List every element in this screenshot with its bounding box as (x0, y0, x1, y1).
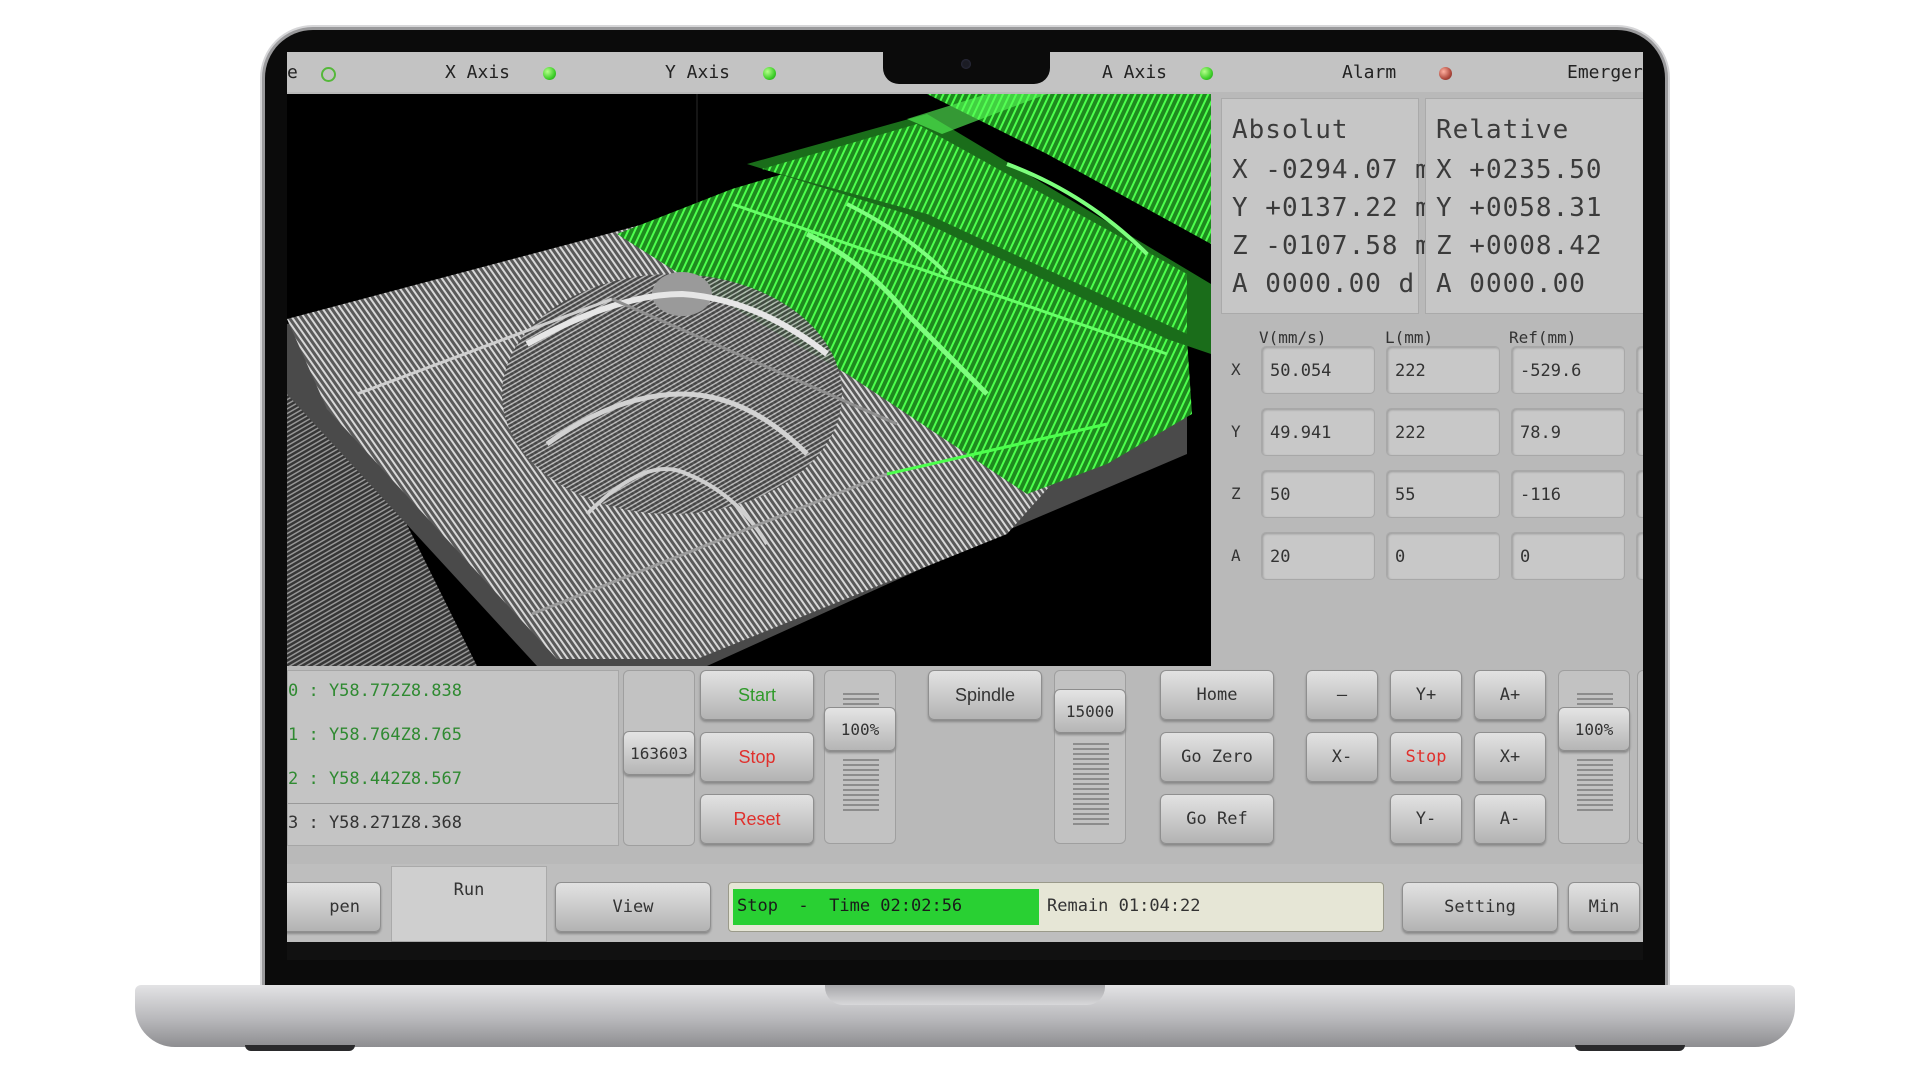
relative-position-panel: Relative X +0235.50 Y +0058.31 Z +0008.4… (1425, 98, 1643, 314)
camera-icon (961, 59, 971, 69)
base-notch (825, 985, 1105, 1005)
status-led-icon (321, 67, 336, 82)
status-label-x-axis: X Axis (445, 62, 511, 83)
jog-y-minus-button[interactable]: Y- (1390, 794, 1462, 844)
x-axis-led-icon (543, 67, 556, 80)
log-line: 0 : Y58.772Z8.838 (288, 681, 462, 701)
feed-rate-slider[interactable]: 100% (824, 670, 896, 844)
absolute-z-value: Z -0107.58 mm (1232, 231, 1449, 261)
feed-slider-ticks-bottom (843, 759, 879, 814)
run-status-display: Stop - Time 02:02:56 Remain 01:04:22 (728, 882, 1384, 932)
extra-z-field[interactable] (1636, 470, 1643, 518)
row-label-z: Z (1231, 484, 1241, 503)
jog-slider-ticks-bottom (1577, 759, 1613, 814)
feed-slider-ticks-top (843, 693, 879, 708)
extra-x-field[interactable] (1636, 346, 1643, 394)
jog-stop-button[interactable]: Stop (1390, 732, 1462, 782)
velocity-x-field[interactable]: 50.054 (1261, 346, 1375, 394)
reset-button[interactable]: Reset (700, 794, 814, 844)
status-label-emergency: Emerger (1567, 62, 1643, 83)
status-label-alarm: Alarm (1342, 62, 1397, 83)
bottom-bezel (287, 942, 1643, 960)
length-a-field[interactable]: 0 (1386, 532, 1500, 580)
jog-dash-button[interactable]: — (1306, 670, 1378, 720)
ref-x-field[interactable]: -529.6 (1511, 346, 1625, 394)
minimize-button[interactable]: Min (1568, 882, 1640, 932)
velocity-y-field[interactable]: 49.941 (1261, 408, 1375, 456)
y-axis-led-icon (763, 67, 776, 80)
row-label-a: A (1231, 546, 1241, 565)
stop-button[interactable]: Stop (700, 732, 814, 782)
jog-x-plus-button[interactable]: X+ (1474, 732, 1546, 782)
alarm-led-icon (1439, 67, 1452, 80)
relative-x-value: X +0235.50 (1436, 155, 1603, 185)
go-zero-button[interactable]: Go Zero (1160, 732, 1274, 782)
absolute-y-value: Y +0137.22 mm (1232, 193, 1449, 223)
jog-x-minus-button[interactable]: X- (1306, 732, 1378, 782)
tab-open[interactable]: pen (287, 882, 381, 932)
absolute-a-value: A 0000.00 d (1232, 269, 1416, 299)
absolute-position-panel: Absolut X -0294.07 mm Y +0137.22 mm Z -0… (1221, 98, 1448, 314)
header-ref: Ref(mm) (1509, 328, 1577, 347)
relative-y-value: Y +0058.31 (1436, 193, 1603, 223)
go-ref-button[interactable]: Go Ref (1160, 794, 1274, 844)
absolute-title: Absolut (1232, 115, 1349, 145)
jog-slider-thumb[interactable]: 100% (1558, 707, 1630, 751)
home-button[interactable]: Home (1160, 670, 1274, 720)
laptop-foot-left (245, 1045, 355, 1051)
jog-a-plus-button[interactable]: A+ (1474, 670, 1546, 720)
jog-a-minus-button[interactable]: A- (1474, 794, 1546, 844)
spindle-slider-thumb[interactable]: 15000 (1054, 689, 1126, 733)
row-label-x: X (1231, 360, 1241, 379)
ref-y-field[interactable]: 78.9 (1511, 408, 1625, 456)
remaining-time-text: Remain 01:04:22 (1047, 896, 1201, 916)
jog-speed-slider[interactable]: 100% (1558, 670, 1630, 844)
extra-y-field[interactable] (1636, 408, 1643, 456)
laptop-base (135, 985, 1795, 1047)
jog-y-plus-button[interactable]: Y+ (1390, 670, 1462, 720)
setting-button[interactable]: Setting (1402, 882, 1558, 932)
length-z-field[interactable]: 55 (1386, 470, 1500, 518)
toolpath-3d-viewport[interactable] (287, 94, 1211, 666)
absolute-x-value: X -0294.07 mm (1232, 155, 1449, 185)
tab-view[interactable]: View (555, 882, 711, 932)
start-button[interactable]: Start (700, 670, 814, 720)
relative-title: Relative (1436, 115, 1570, 145)
a-axis-led-icon (1200, 67, 1213, 80)
line-counter-track: 163603 (623, 670, 695, 846)
header-velocity: V(mm/s) (1259, 328, 1327, 347)
spindle-speed-slider[interactable]: 15000 (1054, 670, 1126, 844)
length-x-field[interactable]: 222 (1386, 346, 1500, 394)
ref-z-field[interactable]: -116 (1511, 470, 1625, 518)
ref-a-field[interactable]: 0 (1511, 532, 1625, 580)
extra-a-field[interactable] (1636, 532, 1643, 580)
log-line: 1 : Y58.764Z8.765 (288, 725, 462, 745)
log-line: 2 : Y58.442Z8.567 (288, 769, 462, 789)
jog-slider-ticks-top (1577, 693, 1613, 708)
velocity-a-field[interactable]: 20 (1261, 532, 1375, 580)
status-label-cut: e (287, 62, 298, 83)
laptop-foot-right (1575, 1045, 1685, 1051)
edge-slider[interactable] (1637, 670, 1643, 844)
spindle-button[interactable]: Spindle (928, 670, 1042, 720)
relative-a-value: A 0000.00 (1436, 269, 1586, 299)
camera-notch (883, 50, 1050, 84)
line-counter-display: 163603 (623, 731, 695, 775)
gcode-log[interactable]: 0 : Y58.772Z8.838 1 : Y58.764Z8.765 2 : … (287, 670, 619, 846)
header-length: L(mm) (1385, 328, 1434, 347)
status-label-y-axis: Y Axis (665, 62, 731, 83)
status-label-a-axis: A Axis (1102, 62, 1168, 83)
log-divider (288, 803, 618, 804)
cnc-app-screen: e X Axis Y Axis A Axis Alarm Emerger Abs… (287, 52, 1643, 942)
spindle-slider-ticks (1073, 743, 1109, 828)
carved-panel-render (287, 94, 1211, 666)
run-state-time-text: Stop - Time 02:02:56 (737, 896, 963, 916)
log-line-current: 3 : Y58.271Z8.368 (288, 813, 462, 833)
row-label-y: Y (1231, 422, 1241, 441)
tab-run[interactable]: Run (391, 866, 547, 942)
feed-slider-thumb[interactable]: 100% (824, 707, 896, 751)
relative-z-value: Z +0008.42 (1436, 231, 1603, 261)
length-y-field[interactable]: 222 (1386, 408, 1500, 456)
velocity-z-field[interactable]: 50 (1261, 470, 1375, 518)
